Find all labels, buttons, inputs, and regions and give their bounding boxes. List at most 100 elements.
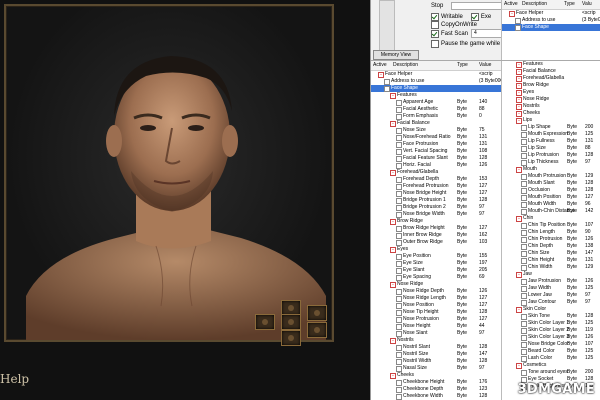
tree-group-row[interactable]: − Skin Color — [503, 306, 600, 313]
tree-group-row[interactable]: − Brow Ridge — [371, 218, 501, 225]
row-value[interactable]: 200 — [585, 369, 593, 376]
table-row[interactable]: Chin Height Byte 131 — [503, 257, 600, 264]
row-value[interactable]: 97 — [585, 299, 591, 306]
table-row[interactable]: Chin Width Byte 129 — [503, 264, 600, 271]
active-checkbox[interactable] — [515, 25, 521, 31]
row-value[interactable]: 131 — [479, 141, 487, 148]
table-row[interactable]: Nostril Slant Byte 128 — [371, 344, 501, 351]
row-value[interactable]: 119 — [585, 327, 593, 334]
table-row[interactable]: Nose Position Byte 127 — [371, 302, 501, 309]
table-row[interactable]: Facial Aesthetic Byte 88 — [371, 106, 501, 113]
table-row[interactable]: Bridge Protrusion 2 Byte 97 — [371, 204, 501, 211]
table-row[interactable]: Skin Color Layer 1 Byte 125 — [503, 320, 600, 327]
row-value[interactable]: 138 — [585, 243, 593, 250]
row-value[interactable]: 126 — [585, 236, 593, 243]
tree-group-row[interactable]: − Nose Ridge — [503, 96, 600, 103]
table-row[interactable]: Chin Size Byte 147 — [503, 250, 600, 257]
row-value[interactable]: 155 — [479, 253, 487, 260]
row-value[interactable]: 69 — [479, 274, 485, 281]
table-row[interactable]: Nose/Forehead Ratio Byte 131 — [371, 134, 501, 141]
row-value[interactable]: 96 — [585, 201, 591, 208]
table-row[interactable]: Mouth Expression Byte 125 — [503, 131, 600, 138]
table-row[interactable]: Skin Color Layer 2 Byte 119 — [503, 327, 600, 334]
copyonwrite-option[interactable]: CopyOnWrite — [431, 21, 477, 29]
tree-group-row[interactable]: − Cosmetics — [503, 362, 600, 369]
table-row[interactable]: Chin Length Byte 90 — [503, 229, 600, 236]
row-value[interactable]: 131 — [585, 257, 593, 264]
row-value[interactable]: 127 — [479, 302, 487, 309]
table-row[interactable]: Chin Tip Position Byte 107 — [503, 222, 600, 229]
slot-weapon-right[interactable] — [307, 322, 327, 338]
table-row[interactable]: Nose Ridge Length Byte 127 — [371, 295, 501, 302]
table-row[interactable]: Bridge Protrusion 1 Byte 128 — [371, 197, 501, 204]
tree-group-row[interactable]: − Lips — [503, 117, 600, 124]
row-value[interactable]: 127 — [479, 190, 487, 197]
slot-armor[interactable] — [281, 314, 301, 330]
row-value[interactable]: 131 — [585, 138, 593, 145]
row-value[interactable]: 88 — [585, 145, 591, 152]
table-row[interactable]: Mouth Position Byte 127 — [503, 194, 600, 201]
vertical-scrollbar[interactable] — [379, 0, 395, 52]
table-row[interactable]: Lower Jaw Byte 97 — [503, 292, 600, 299]
row-value[interactable]: 97 — [479, 211, 485, 218]
row-value[interactable]: 97 — [585, 292, 591, 299]
table-row[interactable]: Forehead Depth Byte 153 — [371, 176, 501, 183]
row-value[interactable]: 129 — [585, 173, 593, 180]
row-value[interactable]: 123 — [479, 386, 487, 393]
table-row[interactable]: Horiz. Facial Byte 126 — [371, 162, 501, 169]
tree-group-row[interactable]: − Brow Ridge — [503, 82, 600, 89]
writable-checkbox[interactable] — [431, 13, 439, 21]
row-value[interactable]: 140 — [479, 99, 487, 106]
tree-group-row[interactable]: − Facial Balance — [503, 68, 600, 75]
tree-group-row[interactable]: − Mouth — [503, 166, 600, 173]
table-row[interactable]: Mouth-Chin Distance Byte 142 — [503, 208, 600, 215]
row-value[interactable]: 127 — [479, 295, 487, 302]
table-row[interactable]: Eye Spacing Byte 69 — [371, 274, 501, 281]
table-row[interactable]: Inner Brow Ridge Byte 162 — [371, 232, 501, 239]
row-value[interactable]: 97 — [479, 204, 485, 211]
table-row[interactable]: Face Shape — [502, 24, 600, 31]
row-value[interactable]: 128 — [479, 358, 487, 365]
row-value[interactable]: 126 — [479, 162, 487, 169]
table-row[interactable]: Lip Shape Byte 200 — [503, 124, 600, 131]
table-row[interactable]: Facial Feature Slant Byte 128 — [371, 155, 501, 162]
row-value[interactable]: 88 — [479, 106, 485, 113]
table-row[interactable]: Nose Protrusion Byte 127 — [371, 316, 501, 323]
table-row[interactable]: Lash Color Byte 125 — [503, 355, 600, 362]
table-row[interactable]: Jaw Width Byte 125 — [503, 285, 600, 292]
table-row[interactable]: Nostril Width Byte 128 — [371, 358, 501, 365]
table-row[interactable]: Nose Tip Height Byte 128 — [371, 309, 501, 316]
row-value[interactable]: 90 — [585, 229, 591, 236]
table-row[interactable]: Nose Ridge Depth Byte 126 — [371, 288, 501, 295]
table-row[interactable]: Forehead Protrusion Byte 127 — [371, 183, 501, 190]
table-row[interactable]: Eye Position Byte 155 — [371, 253, 501, 260]
row-value[interactable]: 125 — [585, 320, 593, 327]
table-row[interactable]: Nose Size Byte 75 — [371, 127, 501, 134]
memory-view-button[interactable]: Memory View — [373, 50, 419, 60]
row-value[interactable]: 44 — [479, 323, 485, 330]
row-value[interactable]: 128 — [479, 155, 487, 162]
row-value[interactable]: 103 — [479, 239, 487, 246]
tree-group-row[interactable]: − Nostrils — [503, 103, 600, 110]
tree-group-row[interactable]: − Features — [371, 92, 501, 99]
table-row[interactable]: Nose Bridge Width Byte 97 — [371, 211, 501, 218]
table-row[interactable]: Nasal Size Byte 97 — [371, 365, 501, 372]
row-value[interactable]: 128 — [479, 309, 487, 316]
table-row[interactable]: Eye Slant Byte 205 — [371, 267, 501, 274]
slot-weapon-left[interactable] — [255, 314, 275, 330]
row-value[interactable]: 108 — [479, 148, 487, 155]
row-value[interactable]: 147 — [585, 250, 593, 257]
slot-gloves[interactable] — [281, 330, 301, 346]
tree-group-row[interactable]: − Cheeks — [371, 372, 501, 379]
row-value[interactable]: 128 — [585, 152, 593, 159]
tree-group-row[interactable]: − Nose Ridge — [371, 281, 501, 288]
tree-group-row[interactable]: − Cheeks — [503, 110, 600, 117]
table-row[interactable]: Lip Size Byte 88 — [503, 145, 600, 152]
table-row[interactable]: Cheekbone Width Byte 128 — [371, 393, 501, 400]
row-value[interactable]: 131 — [479, 134, 487, 141]
tree-group-row[interactable]: − Forehead/Glabella — [371, 169, 501, 176]
row-value[interactable]: 127 — [479, 225, 487, 232]
row-value[interactable]: 147 — [479, 351, 487, 358]
row-value[interactable]: 126 — [585, 278, 593, 285]
table-row[interactable]: Nose Height Byte 44 — [371, 323, 501, 330]
